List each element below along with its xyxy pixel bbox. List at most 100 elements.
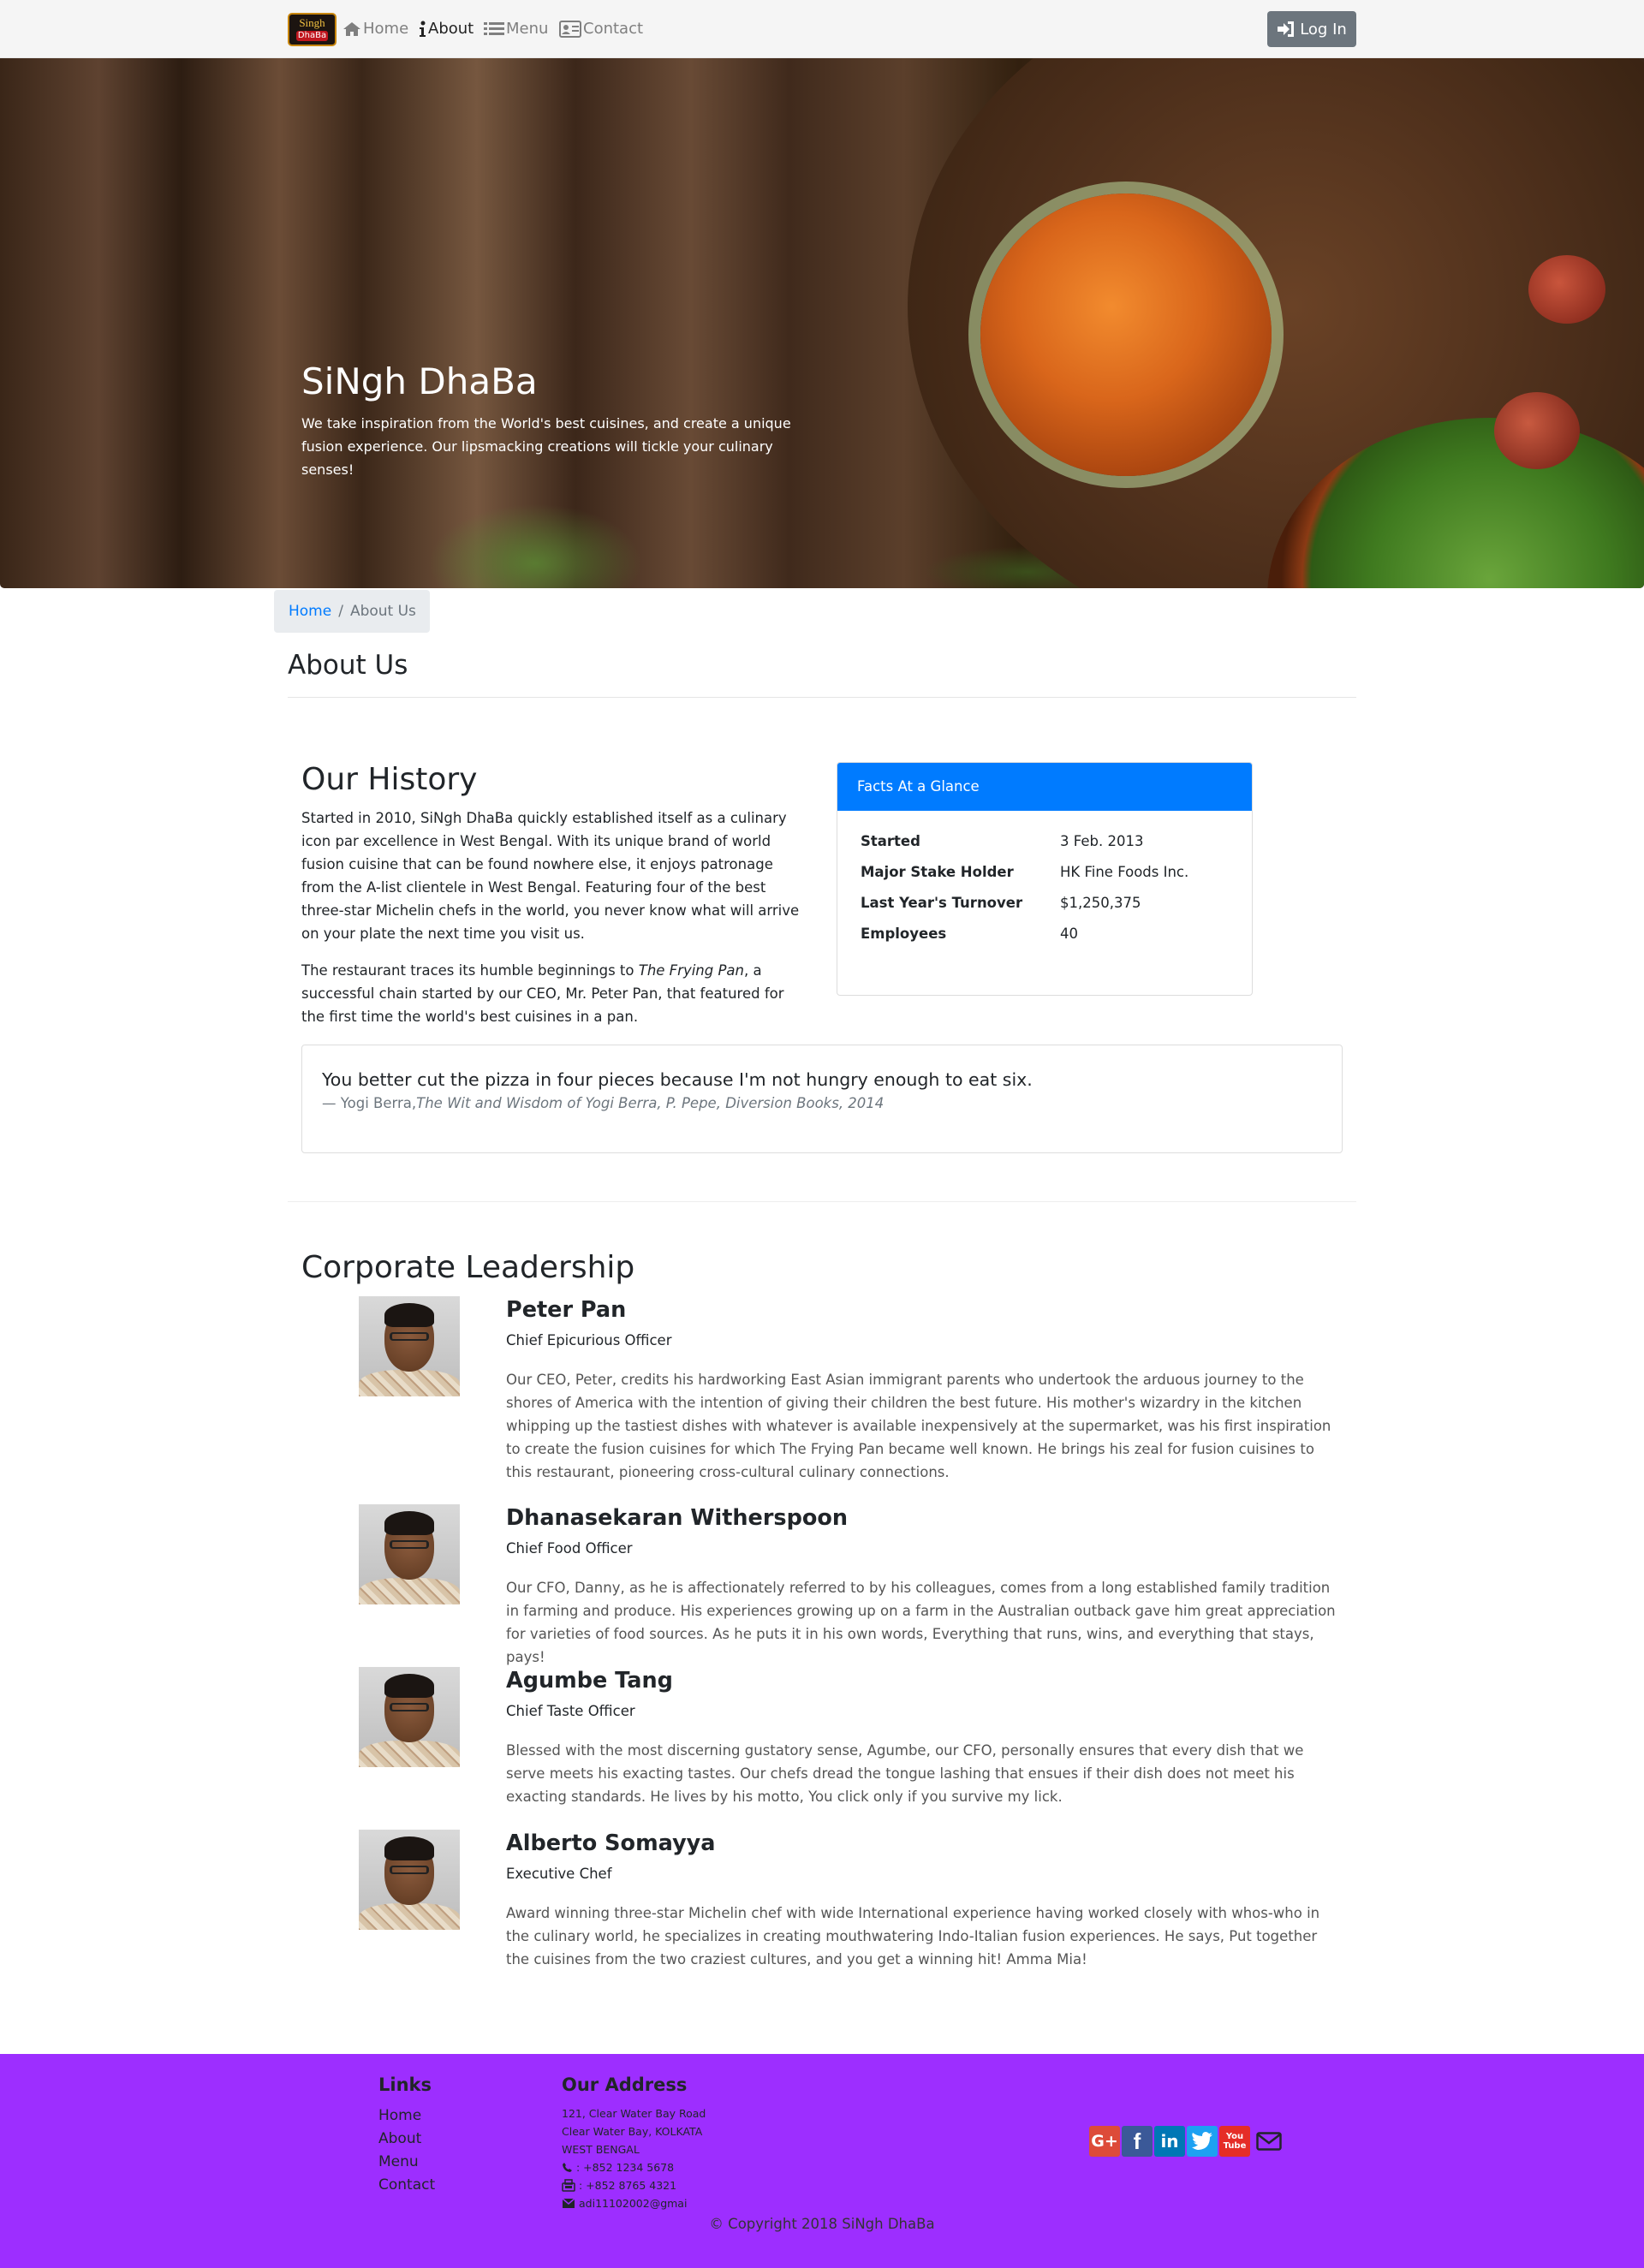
footer-link-home[interactable]: Home (378, 2104, 435, 2128)
leader-bio: Our CFO, Danny, as he is affectionately … (506, 1580, 1336, 1665)
fact-value: HK Fine Foods Inc. (1060, 864, 1189, 880)
facebook-icon[interactable]: f (1122, 2126, 1153, 2157)
facts-card: Facts At a Glance Started 3 Feb. 2013 Maj… (837, 762, 1253, 996)
mail-icon[interactable] (1252, 2126, 1286, 2157)
nav-contact[interactable]: Contact (559, 17, 643, 41)
leader-name: Peter Pan (506, 1297, 627, 1323)
address-fax: : +852 8765 4321 (562, 2176, 706, 2194)
sign-in-icon (1278, 21, 1295, 37)
hero-onion (1494, 392, 1580, 469)
google-plus-icon[interactable]: G+ (1089, 2126, 1120, 2157)
divider (288, 1201, 1356, 1202)
breadcrumb-current: About Us (349, 603, 416, 620)
envelope-outline-icon (1256, 2132, 1282, 2151)
leader-avatar (359, 1830, 460, 1930)
hero-tagline: We take inspiration from the World's bes… (301, 415, 791, 478)
social-links: G+ f in You Tube (1089, 2126, 1286, 2157)
fact-label: Major Stake Holder (861, 864, 1014, 880)
fax-icon (562, 2179, 575, 2192)
copyright: © Copyright 2018 SiNgh DhaBa (709, 2216, 935, 2232)
home-icon (343, 22, 360, 36)
leader-role: Executive Chef (506, 1866, 612, 1882)
linkedin-icon[interactable]: in (1154, 2126, 1185, 2157)
hero-herbs (428, 503, 642, 588)
breadcrumb: Home / About Us (274, 590, 430, 633)
hero-title: SiNgh DhaBa (301, 360, 538, 402)
address-line: Clear Water Bay, KOLKATA (562, 2125, 703, 2138)
login-button[interactable]: Log In (1267, 11, 1356, 47)
footer-link-about[interactable]: About (378, 2128, 435, 2151)
history-paragraph-2: The restaurant traces its humble beginni… (301, 959, 807, 1028)
quote-author: — Yogi Berra, (322, 1095, 417, 1111)
quote-source: — Yogi Berra,The Wit and Wisdom of Yogi … (322, 1093, 1322, 1114)
fact-label: Last Year's Turnover (861, 895, 1023, 911)
facts-row: Major Stake Holder HK Fine Foods Inc. (861, 864, 1188, 895)
logo-text-bottom: DhaBa (296, 31, 328, 41)
quote-block: You better cut the pizza in four pieces … (301, 1045, 1343, 1153)
footer-links-heading: Links (378, 2075, 432, 2095)
hero-onion (1528, 255, 1605, 324)
address-card-icon (559, 21, 581, 38)
quote-text: You better cut the pizza in four pieces … (322, 1069, 1033, 1090)
logo-text-top: Singh (299, 16, 325, 29)
nav-menu[interactable]: Menu (484, 17, 548, 41)
phone-icon (563, 2163, 572, 2172)
page-title: About Us (288, 650, 408, 681)
footer: Links Home About Menu Contact Our Addres… (0, 2054, 1644, 2268)
facts-row: Last Year's Turnover $1,250,375 (861, 895, 1188, 926)
nav-home-label: Home (363, 20, 409, 38)
phone-number: : +852 1234 5678 (576, 2161, 675, 2174)
facts-row: Started 3 Feb. 2013 (861, 833, 1188, 864)
nav-contact-label: Contact (583, 20, 644, 38)
quote-citation: The Wit and Wisdom of Yogi Berra, P. Pep… (416, 1095, 885, 1111)
navbar: Singh DhaBa Home About Menu Contact Log … (0, 0, 1644, 58)
login-label: Log In (1300, 20, 1347, 39)
breadcrumb-home-link[interactable]: Home (289, 603, 331, 620)
fact-value: 3 Feb. 2013 (1060, 833, 1144, 849)
fact-label: Employees (861, 926, 947, 942)
nav-home[interactable]: Home (342, 17, 408, 41)
footer-address: 121, Clear Water Bay Road Clear Water Ba… (562, 2104, 706, 2212)
nav-menu-label: Menu (506, 20, 549, 38)
address-phone: : +852 1234 5678 (562, 2158, 706, 2176)
fact-label: Started (861, 833, 920, 849)
nav-about[interactable]: About (419, 17, 474, 41)
hero-banner: SiNgh DhaBa We take inspiration from the… (0, 58, 1644, 588)
leader-bio: Blessed with the most discerning gustato… (506, 1742, 1304, 1805)
facts-card-header: Facts At a Glance (837, 763, 1252, 811)
history-heading: Our History (301, 762, 478, 797)
divider (288, 697, 1356, 698)
leader-bio: Award winning three-star Michelin chef w… (506, 1905, 1320, 1967)
facts-list: Started 3 Feb. 2013 Major Stake Holder HK … (861, 833, 1188, 956)
footer-link-menu[interactable]: Menu (378, 2151, 435, 2174)
email-link[interactable]: adi11102002@gmai (579, 2194, 687, 2212)
leader-role: Chief Epicurious Officer (506, 1332, 672, 1348)
leader-name: Dhanasekaran Witherspoon (506, 1505, 849, 1531)
nav-about-label: About (428, 20, 474, 38)
footer-links: Home About Menu Contact (378, 2104, 435, 2197)
hero-burger (980, 193, 1272, 476)
footer-link-contact[interactable]: Contact (378, 2174, 435, 2197)
fax-number: : +852 8765 4321 (579, 2179, 677, 2192)
leader-avatar (359, 1667, 460, 1767)
address-line: WEST BENGAL (562, 2143, 640, 2156)
info-icon (420, 21, 426, 37)
youtube-icon[interactable]: You Tube (1219, 2126, 1250, 2157)
leader-name: Alberto Somayya (506, 1830, 716, 1856)
brand-logo[interactable]: Singh DhaBa (288, 13, 337, 46)
history-p2-text: The restaurant traces its humble beginni… (301, 962, 639, 979)
leader-role: Chief Food Officer (506, 1540, 633, 1557)
twitter-bird-icon (1192, 2132, 1212, 2150)
leader-name: Agumbe Tang (506, 1668, 673, 1694)
leader-role: Chief Taste Officer (506, 1703, 635, 1719)
fact-value: 40 (1060, 926, 1078, 942)
leader-avatar (359, 1296, 460, 1396)
footer-address-heading: Our Address (562, 2075, 688, 2095)
leader-avatar (359, 1504, 460, 1604)
breadcrumb-separator: / (338, 603, 343, 620)
history-text: Started in 2010, SiNgh DhaBa quickly est… (301, 807, 807, 1042)
address-line: 121, Clear Water Bay Road (562, 2107, 706, 2120)
twitter-icon[interactable] (1187, 2126, 1218, 2157)
facts-row: Employees 40 (861, 926, 1188, 956)
history-p2-emphasis: The Frying Pan (638, 962, 745, 979)
